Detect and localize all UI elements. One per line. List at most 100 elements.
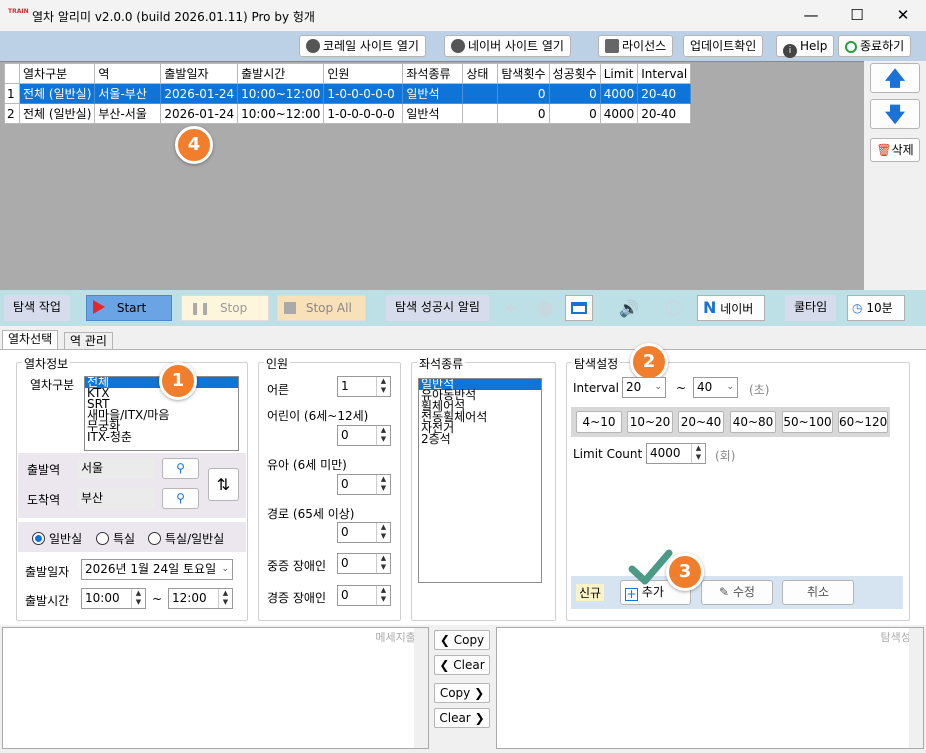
table-cell[interactable] xyxy=(462,103,499,124)
column-header[interactable]: 출발일자 xyxy=(160,63,239,84)
preset-10-20-button[interactable]: 10~20 xyxy=(627,411,673,433)
severe-disabled-count[interactable]: 0 ▲ ▼ xyxy=(337,553,391,574)
telegram-icon[interactable] xyxy=(537,301,553,317)
date-picker[interactable]: 2026년 1월 24일 토요일 ⌄ xyxy=(81,559,233,580)
class-both-radio[interactable]: 특실/일반실 xyxy=(148,530,224,547)
table-cell[interactable]: 20-40 xyxy=(637,83,692,104)
copy-success-button[interactable]: Copy ❯ xyxy=(434,683,490,703)
copy-message-button[interactable]: ❮ Copy xyxy=(434,630,490,650)
table-row[interactable]: 2 전체 (일반실) 부산-서울 2026-01-24 10:00~12:00 … xyxy=(4,103,692,124)
start-button[interactable]: Start xyxy=(86,295,172,321)
license-button[interactable]: 라이선스 xyxy=(598,35,674,57)
column-header[interactable]: Limit xyxy=(599,63,639,84)
speaker-icon[interactable]: 🔊 xyxy=(619,299,639,318)
delete-button[interactable]: 🗑삭제 xyxy=(870,138,920,162)
table-cell[interactable]: 4000 xyxy=(599,103,639,124)
table-row[interactable]: 1 전체 (일반실) 서울-부산 2026-01-24 10:00~12:00 … xyxy=(4,83,692,104)
table-cell[interactable]: 2026-01-24 xyxy=(160,103,239,124)
preset-40-80-button[interactable]: 40~80 xyxy=(730,411,776,433)
column-header[interactable]: 좌석종류 xyxy=(402,63,464,84)
column-header[interactable]: 출발시간 xyxy=(237,63,325,84)
cancel-button[interactable]: 취소 xyxy=(782,580,854,605)
tab-station-manage[interactable]: 역 관리 xyxy=(64,332,113,350)
spinner-icon[interactable]: ▲ ▼ xyxy=(376,475,390,494)
table-cell[interactable]: 전체 (일반실) xyxy=(18,103,96,124)
time-from-field[interactable]: 10:00 ▲ ▼ xyxy=(81,588,146,609)
interval-to-select[interactable]: 40 ⌄ xyxy=(693,377,738,398)
seat-type-list[interactable]: 일반석 유아동반석 휠체어석 전동휠체어석 자전거 2층석 xyxy=(418,378,542,583)
table-cell[interactable]: 부산-서울 xyxy=(94,103,162,124)
clear-message-button[interactable]: ❮ Clear xyxy=(434,655,490,675)
move-up-button[interactable]: 🡅 xyxy=(870,63,920,93)
preset-50-100-button[interactable]: 50~100 xyxy=(782,411,833,433)
spinner-icon[interactable]: ▲ ▼ xyxy=(376,554,390,573)
spinner-icon[interactable]: ▲ ▼ xyxy=(218,589,232,608)
preset-20-40-button[interactable]: 20~40 xyxy=(678,411,724,433)
column-header[interactable]: 열차구분 xyxy=(18,63,96,84)
class-general-radio[interactable]: 일반실 xyxy=(32,530,82,547)
senior-count[interactable]: 0 ▲ ▼ xyxy=(337,522,391,543)
class-special-radio[interactable]: 특실 xyxy=(96,530,135,547)
spinner-icon[interactable]: ▲ ▼ xyxy=(376,426,390,445)
table-cell[interactable]: 서울-부산 xyxy=(94,83,162,104)
stop-all-button[interactable]: Stop All xyxy=(277,295,366,321)
edit-button[interactable]: ✎ 수정 xyxy=(701,580,773,605)
limit-count-field[interactable]: 4000 ▲ ▼ xyxy=(646,443,706,464)
column-header[interactable]: 탐색횟수 xyxy=(497,63,550,84)
mute-icon[interactable] xyxy=(666,300,682,316)
preset-4-10-button[interactable]: 4~10 xyxy=(576,411,622,433)
table-cell[interactable] xyxy=(462,83,499,104)
table-cell[interactable]: 2026-01-24 xyxy=(160,83,239,104)
column-header[interactable]: Interval xyxy=(637,63,692,84)
column-header[interactable]: 역 xyxy=(94,63,162,84)
stop-button[interactable]: ❚❚ Stop xyxy=(181,295,269,321)
table-cell[interactable]: 4000 xyxy=(599,83,639,104)
spinner-icon[interactable]: ▲ ▼ xyxy=(376,523,390,542)
table-cell[interactable]: 1-0-0-0-0-0 xyxy=(323,83,404,104)
spinner-icon[interactable]: ▲ ▼ xyxy=(131,589,145,608)
table-cell[interactable]: 10:00~12:00 xyxy=(237,103,325,124)
column-header[interactable]: 성공횟수 xyxy=(548,63,601,84)
korail-site-button[interactable]: 코레일 사이트 열기 xyxy=(299,35,426,57)
table-cell[interactable]: 0 xyxy=(497,103,550,124)
time-to-field[interactable]: 12:00 ▲ ▼ xyxy=(168,588,233,609)
tab-train-select[interactable]: 열차선택 xyxy=(2,330,59,350)
arrival-station-field[interactable]: 부산 xyxy=(77,488,155,509)
adult-count[interactable]: 1 ▲ ▼ xyxy=(337,376,391,397)
help-button[interactable]: i Help xyxy=(776,35,835,58)
table-cell[interactable]: 전체 (일반실) xyxy=(18,83,96,104)
cooltime-button[interactable]: ◷ 10분 xyxy=(847,295,905,321)
swap-stations-button[interactable]: ⇅ xyxy=(208,468,239,501)
interval-from-select[interactable]: 20 ⌄ xyxy=(622,377,666,398)
message-output-box[interactable]: 메세지출력 xyxy=(2,627,429,749)
table-cell[interactable]: 일반석 xyxy=(402,103,464,124)
column-header[interactable]: 인원 xyxy=(323,63,404,84)
minimize-button[interactable]: — xyxy=(788,0,834,31)
mild-disabled-count[interactable]: 0 ▲ ▼ xyxy=(337,585,391,606)
update-check-button[interactable]: 업데이트확인 xyxy=(683,35,764,57)
departure-search-button[interactable]: ⚲ xyxy=(162,458,199,479)
close-button[interactable]: ✕ xyxy=(880,0,926,31)
popup-alert-button[interactable] xyxy=(565,295,593,321)
spinner-icon[interactable]: ▲ ▼ xyxy=(376,586,390,605)
table-cell[interactable]: 0 xyxy=(548,83,601,104)
naver-alert-button[interactable]: N 네이버 xyxy=(697,295,765,321)
table-cell[interactable]: 10:00~12:00 xyxy=(237,83,325,104)
list-item[interactable]: 2층석 xyxy=(419,433,541,445)
spinner-icon[interactable]: ▲ ▼ xyxy=(691,444,705,463)
scrollbar[interactable] xyxy=(414,628,428,748)
spinner-icon[interactable]: ▲ ▼ xyxy=(376,377,390,396)
column-header[interactable]: 상태 xyxy=(462,63,499,84)
crosshair-icon[interactable]: ✚ xyxy=(505,301,517,317)
child-count[interactable]: 0 ▲ ▼ xyxy=(337,425,391,446)
departure-station-field[interactable]: 서울 xyxy=(77,458,155,479)
scrollbar[interactable] xyxy=(909,628,923,748)
table-cell[interactable]: 20-40 xyxy=(637,103,692,124)
maximize-button[interactable]: ☐ xyxy=(834,0,880,31)
exit-button[interactable]: 종료하기 xyxy=(838,35,912,57)
table-cell[interactable]: 1-0-0-0-0-0 xyxy=(323,103,404,124)
infant-count[interactable]: 0 ▲ ▼ xyxy=(337,474,391,495)
table-cell[interactable]: 0 xyxy=(497,83,550,104)
arrival-search-button[interactable]: ⚲ xyxy=(162,488,199,509)
clear-success-button[interactable]: Clear ❯ xyxy=(434,708,490,728)
